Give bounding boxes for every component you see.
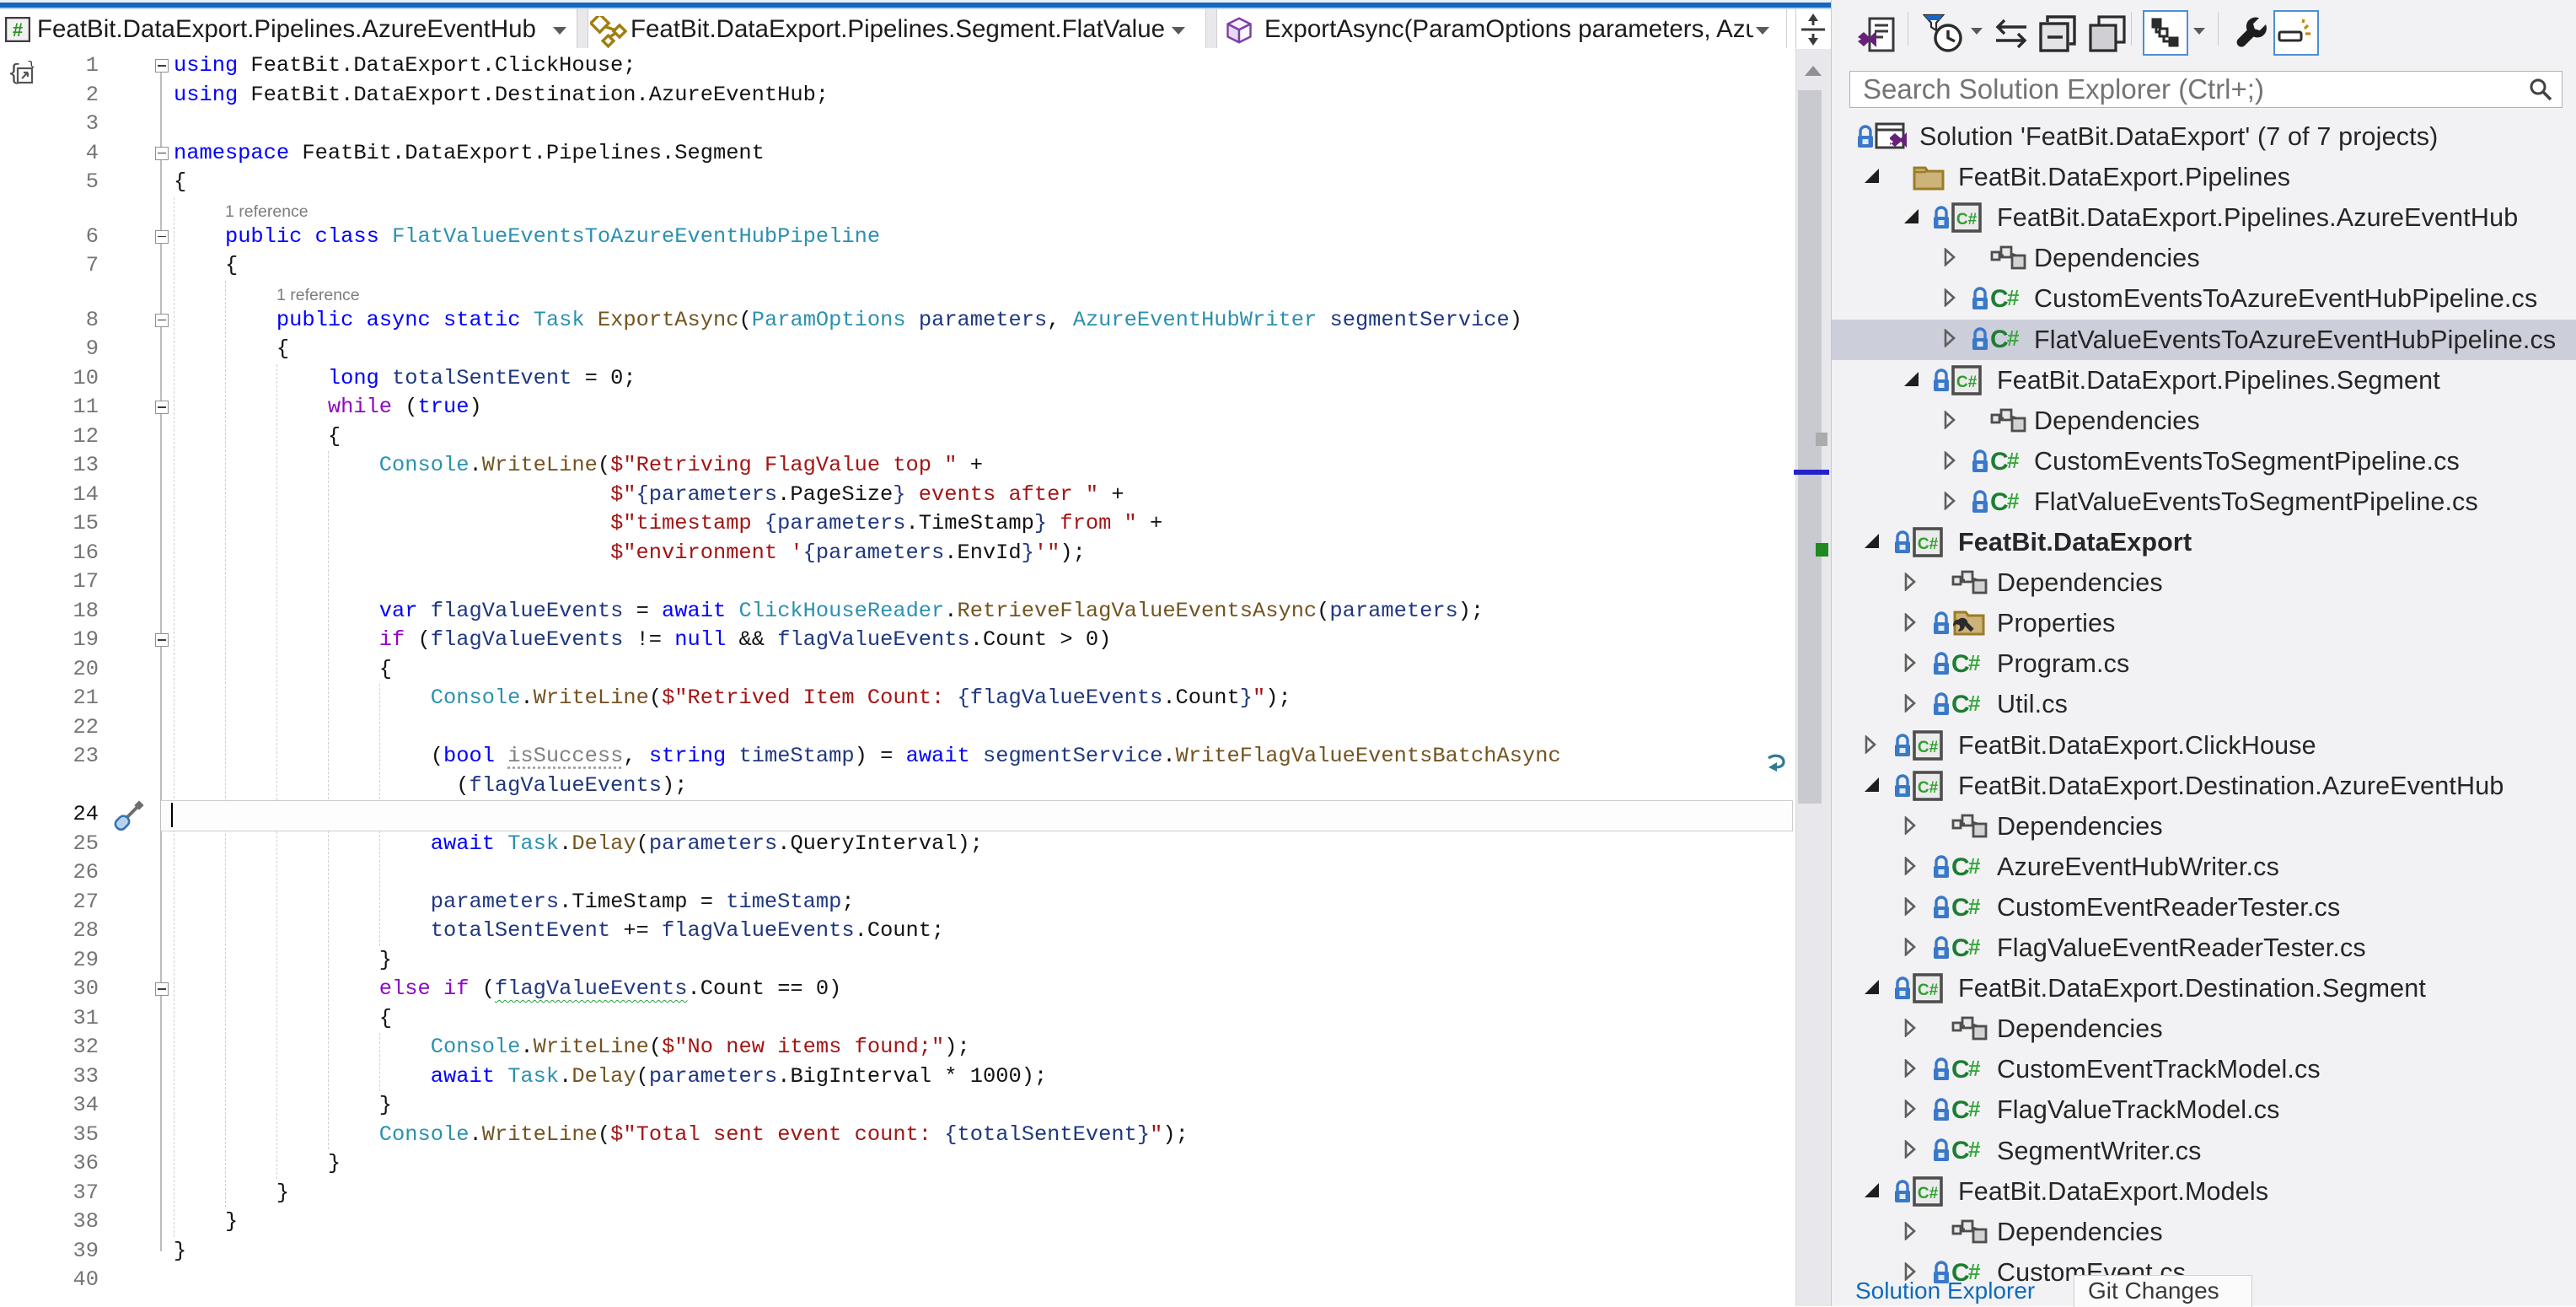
- svg-text:C: C: [1990, 285, 2009, 312]
- svg-text:C: C: [1990, 448, 2009, 475]
- svg-text:#: #: [2007, 325, 2020, 351]
- svg-text:#: #: [13, 19, 23, 40]
- svg-text:C: C: [1990, 325, 2009, 352]
- svg-text:#: #: [1968, 894, 1981, 919]
- svg-text:C#: C#: [1918, 739, 1939, 756]
- svg-text:#: #: [1968, 650, 1981, 675]
- svg-text:C: C: [1951, 691, 1970, 718]
- svg-text:C: C: [1951, 1056, 1970, 1083]
- svg-text:C#: C#: [1956, 211, 1978, 229]
- svg-text:C: C: [1951, 934, 1970, 961]
- svg-text:C#: C#: [1918, 982, 1939, 999]
- svg-text:C: C: [1951, 1137, 1970, 1164]
- svg-text:C#: C#: [1956, 374, 1978, 391]
- svg-text:#: #: [2007, 285, 2020, 310]
- svg-text:C: C: [1951, 1096, 1970, 1123]
- svg-text:#: #: [1968, 934, 1981, 960]
- svg-text:C: C: [1951, 894, 1970, 921]
- svg-text:#: #: [1968, 1137, 1981, 1162]
- svg-text:C: C: [1951, 853, 1970, 880]
- svg-text:C#: C#: [1918, 1185, 1939, 1202]
- svg-text:C: C: [1990, 488, 2009, 515]
- svg-text:#: #: [2007, 448, 2020, 473]
- svg-text:#: #: [1968, 853, 1981, 879]
- svg-text:#: #: [2007, 488, 2020, 514]
- svg-text:C: C: [1951, 650, 1970, 677]
- svg-text:C#: C#: [1918, 779, 1939, 797]
- svg-text:#: #: [1968, 691, 1981, 716]
- svg-text:#: #: [1968, 1096, 1981, 1121]
- svg-text:C#: C#: [1918, 535, 1939, 553]
- svg-text:#: #: [1968, 1056, 1981, 1081]
